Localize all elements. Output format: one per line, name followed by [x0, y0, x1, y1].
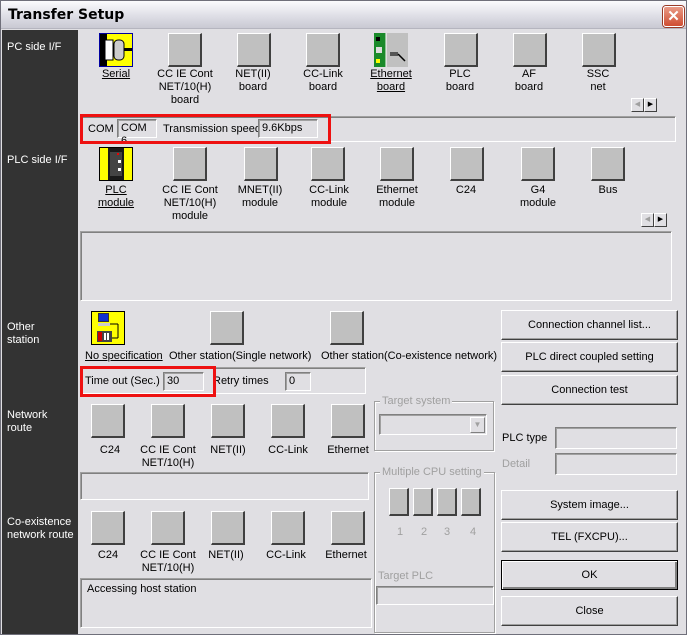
connection-test-button[interactable]: Connection test	[501, 375, 678, 405]
plc-g4-module-button[interactable]	[521, 147, 555, 181]
other-station-label-line1: Other	[7, 321, 35, 333]
cpu-1-button[interactable]	[389, 488, 409, 516]
plc-type-label: PLC type	[502, 432, 548, 444]
network-route-cc-link-button[interactable]	[271, 404, 305, 438]
other-station-single-network-button[interactable]	[210, 311, 244, 345]
cpu-2-label: 2	[420, 526, 428, 538]
title-bar[interactable]: Transfer Setup ✕	[1, 1, 686, 29]
plc-mnet-ii-module-button[interactable]	[244, 147, 278, 181]
plc-type-field	[555, 427, 677, 449]
coexistence-net-ii-button[interactable]	[211, 511, 245, 545]
pc-ssc-net-label: SSC net	[586, 68, 610, 93]
no-specification-label: No specification	[85, 350, 163, 362]
other-station-coexistence-network-label: Other station(Co-existence network)	[321, 350, 498, 362]
close-icon[interactable]: ✕	[663, 6, 684, 27]
other-station-single-network-label: Other station(Single network)	[169, 350, 312, 362]
coexistence-label-line2: network route	[7, 529, 74, 541]
network-route-c24-button[interactable]	[91, 404, 125, 438]
network-route-cc-ie-cont-button[interactable]	[151, 404, 185, 438]
plc-c24-button[interactable]	[450, 147, 484, 181]
retry-times-label: Retry times	[213, 375, 269, 387]
network-route-settings-panel	[80, 472, 369, 500]
plc-module-icon	[108, 148, 124, 180]
ethernet-board-icon	[374, 33, 406, 67]
retry-times-field[interactable]: 0	[285, 372, 311, 391]
network-route-label: Network route	[7, 409, 47, 435]
tel-fxcpu-button[interactable]: TEL (FXCPU)...	[501, 522, 678, 552]
serial-port-icon	[100, 34, 132, 66]
other-station-coexistence-network-button[interactable]	[330, 311, 364, 345]
host-station-icon	[97, 313, 119, 342]
plc-ethernet-module-button[interactable]	[380, 147, 414, 181]
plc-side-scroll[interactable]: ◀ ▶	[641, 213, 667, 227]
multiple-cpu-legend: Multiple CPU setting	[380, 466, 484, 478]
pc-cc-link-board-button[interactable]	[306, 33, 340, 67]
connection-channel-list-button[interactable]: Connection channel list...	[501, 310, 678, 340]
no-specification-button[interactable]	[91, 311, 125, 345]
pc-ethernet-board-button[interactable]	[374, 33, 408, 67]
cpu-1-label: 1	[396, 526, 404, 538]
network-route-label-line2: route	[7, 422, 33, 434]
scroll-right-icon[interactable]: ▶	[644, 98, 657, 112]
plc-module-button[interactable]	[99, 147, 133, 181]
pc-serial-button[interactable]	[99, 33, 133, 67]
dialog-body: Serial CC IE Cont NET/10(H) board NET(II) b…	[78, 30, 686, 634]
coexistence-c24-button[interactable]	[91, 511, 125, 545]
plc-direct-coupled-setting-button[interactable]: PLC direct coupled setting	[501, 342, 678, 372]
transfer-setup-dialog: Transfer Setup ✕ PC side I/F PLC side I/…	[0, 0, 687, 635]
pc-cc-ie-cont-board-button[interactable]	[168, 33, 202, 67]
status-text: Accessing host station	[87, 583, 197, 595]
network-route-label-line1: Network	[7, 409, 48, 421]
plc-side-settings-panel	[80, 231, 672, 301]
detail-field	[555, 453, 677, 475]
window-title: Transfer Setup	[8, 7, 125, 23]
system-image-button[interactable]: System image...	[501, 490, 678, 520]
other-station-label-line2: station	[7, 334, 40, 346]
cpu-4-button[interactable]	[461, 488, 481, 516]
cpu-3-label: 3	[443, 526, 451, 538]
close-button[interactable]: Close	[501, 596, 678, 626]
highlight-box-timeout	[80, 366, 216, 397]
target-system-legend: Target system	[380, 395, 453, 407]
highlight-box-com	[80, 114, 331, 144]
scroll-left-icon[interactable]: ◀	[631, 98, 644, 112]
pc-net-ii-board-button[interactable]	[237, 33, 271, 67]
network-route-net-ii-button[interactable]	[211, 404, 245, 438]
network-route-ethernet-button[interactable]	[331, 404, 365, 438]
coexistence-label-line1: Co-existence	[7, 516, 72, 528]
target-plc-field[interactable]	[376, 586, 494, 605]
coexistence-cc-link-button[interactable]	[271, 511, 305, 545]
coexistence-ethernet-button[interactable]	[331, 511, 365, 545]
coexistence-route-label: Co-existence network route	[7, 516, 74, 542]
plc-side-label: PLC side I/F	[7, 154, 68, 166]
ok-button[interactable]: OK	[501, 560, 678, 590]
cpu-2-button[interactable]	[413, 488, 433, 516]
sidebar: PC side I/F PLC side I/F Other station Ne…	[2, 30, 78, 634]
plc-bus-label: Bus	[598, 184, 618, 196]
coexistence-cc-ie-cont-button[interactable]	[151, 511, 185, 545]
pc-side-scroll[interactable]: ◀ ▶	[631, 98, 657, 112]
pc-side-label: PC side I/F	[7, 41, 62, 53]
detail-label: Detail	[502, 458, 531, 470]
cpu-4-label: 4	[469, 526, 477, 538]
plc-bus-button[interactable]	[591, 147, 625, 181]
pc-plc-board-button[interactable]	[444, 33, 478, 67]
chevron-down-icon[interactable]: ▼	[470, 417, 485, 433]
pc-ssc-net-button[interactable]	[582, 33, 616, 67]
pc-af-board-button[interactable]	[513, 33, 547, 67]
cpu-3-button[interactable]	[437, 488, 457, 516]
plc-cc-link-module-button[interactable]	[311, 147, 345, 181]
other-station-label: Other station	[7, 321, 39, 347]
scroll-left-icon[interactable]: ◀	[641, 213, 654, 227]
scroll-right-icon[interactable]: ▶	[654, 213, 667, 227]
plc-cc-ie-cont-module-button[interactable]	[173, 147, 207, 181]
target-plc-label: Target PLC	[378, 570, 434, 582]
